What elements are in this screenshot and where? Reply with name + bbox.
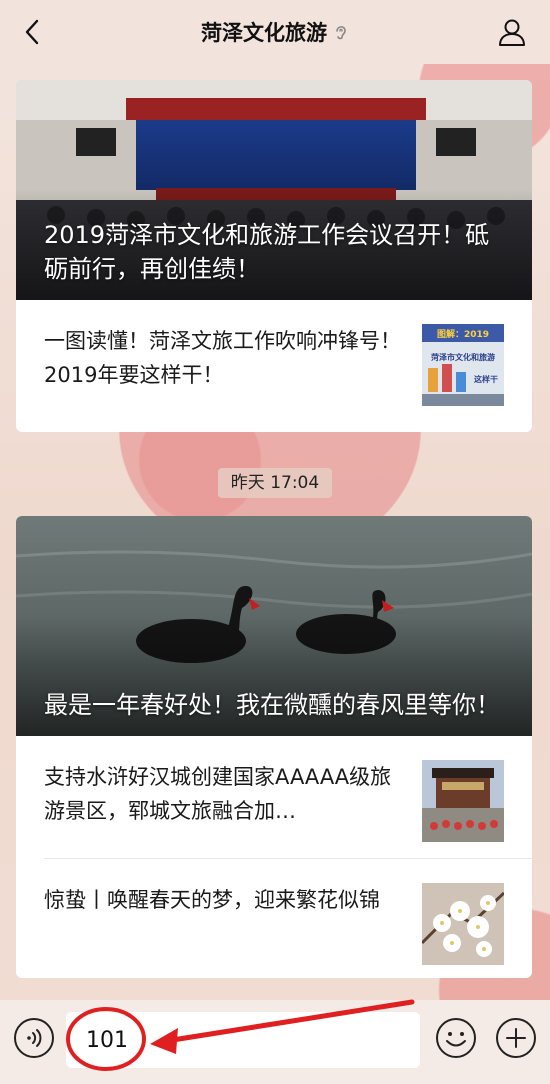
article-item-title: 惊蛰丨唤醒春天的梦，迎来繁花似锦 bbox=[44, 888, 380, 912]
person-icon bbox=[499, 19, 525, 46]
profile-button[interactable] bbox=[494, 14, 530, 50]
emoji-icon bbox=[446, 1032, 466, 1047]
article-card: 最是一年春好处！我在微醺的春风里等你！ 支持水浒好汉城创建国家AAAAA级旅游景… bbox=[16, 516, 532, 978]
article-card: 2019菏泽市文化和旅游工作会议召开！砥砺前行，再创佳绩！ 一图读懂！菏泽文旅工… bbox=[16, 80, 532, 432]
article-cover-title: 最是一年春好处！我在微醺的春风里等你！ bbox=[44, 691, 500, 719]
article-thumbnail: 图解：2019 菏泽市文化和旅游 这样干 bbox=[422, 324, 504, 406]
voice-icon bbox=[27, 1029, 42, 1047]
message-timestamp: 昨天 17:04 bbox=[218, 468, 332, 498]
article-item-title: 支持水浒好汉城创建国家AAAAA级旅游景区，郓城文旅融合加… bbox=[44, 765, 392, 823]
thumb-caption: 这样干 bbox=[474, 374, 498, 384]
thumb-heading: 图解：2019 bbox=[437, 328, 489, 340]
chat-title: 菏泽文化旅游 bbox=[201, 21, 327, 45]
chat-input-bar bbox=[0, 1000, 550, 1084]
article-cover[interactable]: 2019菏泽市文化和旅游工作会议召开！砥砺前行，再创佳绩！ bbox=[16, 80, 532, 300]
article-list-item[interactable]: 支持水浒好汉城创建国家AAAAA级旅游景区，郓城文旅融合加… bbox=[16, 736, 532, 858]
plus-icon bbox=[506, 1028, 526, 1048]
thumb-subheading: 菏泽市文化和旅游 bbox=[431, 352, 495, 362]
top-nav-bar: 菏泽文化旅游 bbox=[0, 0, 550, 64]
chevron-left-icon bbox=[25, 19, 39, 45]
article-thumbnail bbox=[422, 883, 504, 965]
article-item-title: 一图读懂！菏泽文旅工作吹响冲锋号！2019年要这样干！ bbox=[44, 329, 401, 387]
back-button[interactable] bbox=[14, 14, 50, 50]
ear-icon bbox=[336, 26, 346, 40]
article-cover-title: 2019菏泽市文化和旅游工作会议召开！砥砺前行，再创佳绩！ bbox=[44, 221, 490, 283]
more-button[interactable] bbox=[496, 1018, 536, 1058]
message-input[interactable] bbox=[66, 1012, 420, 1068]
emoji-button[interactable] bbox=[436, 1018, 476, 1058]
article-list-item[interactable]: 惊蛰丨唤醒春天的梦，迎来繁花似锦 bbox=[16, 859, 532, 978]
article-thumbnail bbox=[422, 760, 504, 842]
article-list-item[interactable]: 一图读懂！菏泽文旅工作吹响冲锋号！2019年要这样干！ 图解：2019 菏泽市文… bbox=[16, 300, 532, 422]
article-cover[interactable]: 最是一年春好处！我在微醺的春风里等你！ bbox=[16, 516, 532, 736]
voice-button[interactable] bbox=[14, 1018, 54, 1058]
